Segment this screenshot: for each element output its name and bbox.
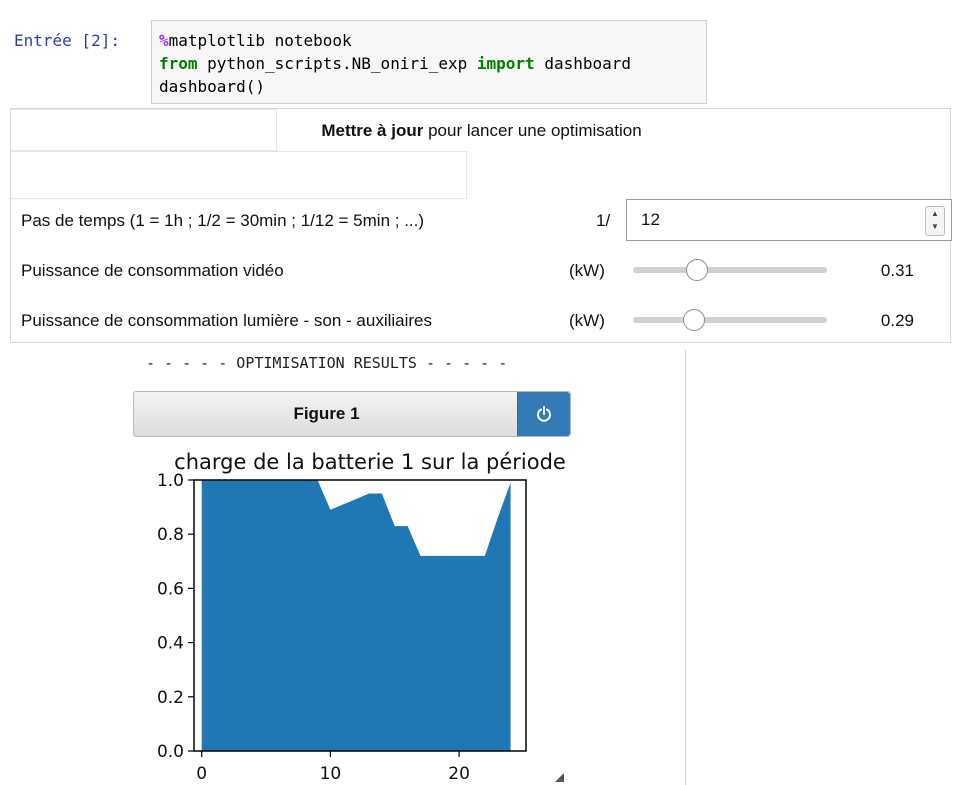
battery-charge-chart[interactable]: charge de la batterie 1 sur la période 0… bbox=[120, 444, 580, 785]
cell-prompt: Entrée [2]: bbox=[14, 31, 120, 50]
chart-title: charge de la batterie 1 sur la période bbox=[174, 450, 566, 474]
series-area-0 bbox=[201, 480, 511, 751]
code-editor[interactable]: %matplotlib notebook from python_scripts… bbox=[151, 20, 707, 104]
dashboard-panel: Mettre à jour pour lancer une optimisati… bbox=[10, 108, 952, 343]
code-line-2: from python_scripts.NB_oniri_exp import … bbox=[159, 54, 631, 73]
video-power-label: Puissance de consommation vidéo bbox=[21, 261, 284, 280]
figure-toolbar: Figure 1 bbox=[133, 391, 571, 437]
plot-area: 0.0 0.2 0.4 0.6 0.8 1.0 0 10 20 bbox=[157, 471, 527, 784]
light-power-slider[interactable] bbox=[633, 309, 827, 331]
slider-handle[interactable] bbox=[682, 309, 705, 331]
y-tick-label: 0.8 bbox=[157, 525, 184, 545]
code-line-1: %matplotlib notebook bbox=[159, 31, 352, 50]
video-power-value: 0.31 bbox=[880, 261, 914, 280]
blank-button-2[interactable] bbox=[11, 151, 467, 199]
update-keyword: Mettre à jour bbox=[321, 121, 424, 140]
video-power-slider[interactable] bbox=[633, 259, 827, 281]
time-step-value: 12 bbox=[641, 210, 660, 229]
code-text: dashboard bbox=[534, 54, 632, 73]
spinner-icon[interactable]: ▲ ▼ bbox=[925, 206, 945, 236]
code-text: python_scripts.NB_oniri_exp bbox=[197, 54, 477, 73]
keyword-from: from bbox=[159, 54, 198, 73]
y-tick-label: 0.0 bbox=[157, 742, 184, 762]
x-tick-label: 0 bbox=[196, 764, 207, 784]
code-line-3: dashboard() bbox=[159, 77, 265, 96]
blank-button-1[interactable] bbox=[11, 109, 277, 151]
slider-track bbox=[633, 267, 827, 273]
input-cell[interactable]: Entrée [2]: %matplotlib notebook from py… bbox=[7, 10, 707, 104]
figure-title: Figure 1 bbox=[293, 404, 360, 423]
y-tick-label: 0.6 bbox=[157, 579, 184, 599]
magic-percent: % bbox=[159, 31, 169, 50]
y-tick-label: 0.2 bbox=[157, 688, 184, 708]
x-tick-label: 20 bbox=[448, 764, 470, 784]
light-power-unit: (kW) bbox=[569, 311, 605, 330]
slider-track bbox=[633, 317, 827, 323]
time-step-prefix: 1/ bbox=[596, 211, 611, 230]
time-step-input[interactable]: 12 ▲ ▼ bbox=[626, 199, 952, 241]
x-tick-label: 10 bbox=[320, 764, 342, 784]
slider-handle[interactable] bbox=[686, 259, 709, 281]
power-icon bbox=[537, 406, 551, 422]
light-power-label: Puissance de consommation lumière - son … bbox=[21, 311, 433, 330]
y-tick-label: 1.0 bbox=[157, 471, 184, 491]
results-heading: - - - - - OPTIMISATION RESULTS - - - - - bbox=[146, 354, 508, 372]
resize-handle-icon[interactable] bbox=[555, 773, 564, 782]
keyword-import: import bbox=[476, 54, 535, 73]
power-button[interactable] bbox=[517, 392, 570, 436]
video-power-unit: (kW) bbox=[569, 261, 605, 280]
code-text: matplotlib notebook bbox=[168, 31, 352, 50]
time-step-label: Pas de temps (1 = 1h ; 1/2 = 30min ; 1/1… bbox=[21, 211, 425, 230]
output-divider bbox=[685, 350, 686, 785]
header-text: pour lancer une optimisation bbox=[423, 121, 642, 140]
light-power-value: 0.29 bbox=[880, 311, 914, 330]
y-tick-label: 0.4 bbox=[157, 634, 184, 654]
